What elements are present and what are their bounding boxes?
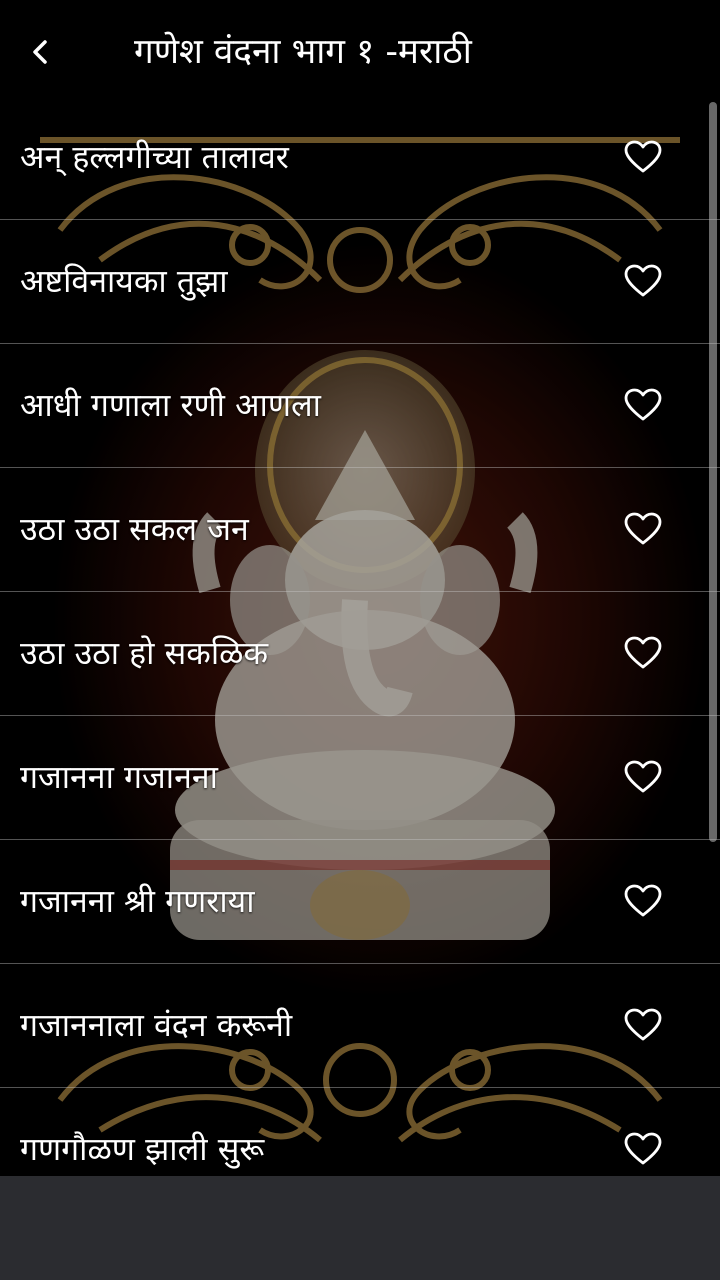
list-item-label: उठा उठा हो सकळिक [20,634,269,672]
heart-outline-icon [624,1132,662,1165]
heart-outline-icon [624,512,662,545]
system-navigation-bar [0,1176,720,1280]
list-item[interactable]: गजानना श्री गणराया [0,840,720,964]
favorite-button[interactable] [618,878,668,924]
list-item-label: अष्टविनायका तुझा [20,262,228,300]
list-item-label: गजानना श्री गणराया [20,882,255,920]
heart-outline-icon [624,140,662,173]
favorite-button[interactable] [618,754,668,800]
list-item[interactable]: उठा उठा हो सकळिक [0,592,720,716]
list-item[interactable]: गजानना गजानना [0,716,720,840]
heart-outline-icon [624,636,662,669]
favorite-button[interactable] [618,1002,668,1048]
list-item-label: आधी गणाला रणी आणला [20,386,321,424]
favorite-button[interactable] [618,1126,668,1172]
list-item[interactable]: गणगौळण झाली सुरू [0,1088,720,1176]
page-title: गणेश वंदना भाग १ -मराठी [134,32,472,72]
app-header: गणेश वंदना भाग १ -मराठी [0,0,720,100]
list-item-label: अन् हल्लगीच्या तालावर [20,138,289,176]
heart-outline-icon [624,884,662,917]
list-item[interactable]: आधी गणाला रणी आणला [0,344,720,468]
list-item[interactable]: उठा उठा सकल जन [0,468,720,592]
favorite-button[interactable] [618,134,668,180]
app-screen: गणेश वंदना भाग १ -मराठी अन् हल्लगीच्या त… [0,0,720,1176]
heart-outline-icon [624,1008,662,1041]
heart-outline-icon [624,760,662,793]
song-list: अन् हल्लगीच्या तालावर अष्टविनायका तुझा आ… [0,96,720,1176]
list-item-label: गणगौळण झाली सुरू [20,1130,265,1168]
heart-outline-icon [624,388,662,421]
chevron-left-icon [33,40,47,64]
list-item-label: उठा उठा सकल जन [20,510,249,548]
list-item[interactable]: अष्टविनायका तुझा [0,220,720,344]
favorite-button[interactable] [618,506,668,552]
list-item-label: गजाननाला वंदन करूनी [20,1006,293,1044]
favorite-button[interactable] [618,630,668,676]
scrollbar[interactable] [709,102,717,842]
list-item-label: गजानना गजानना [20,758,218,796]
back-button[interactable] [14,26,66,78]
favorite-button[interactable] [618,258,668,304]
list-item[interactable]: अन् हल्लगीच्या तालावर [0,96,720,220]
list-item[interactable]: गजाननाला वंदन करूनी [0,964,720,1088]
heart-outline-icon [624,264,662,297]
favorite-button[interactable] [618,382,668,428]
